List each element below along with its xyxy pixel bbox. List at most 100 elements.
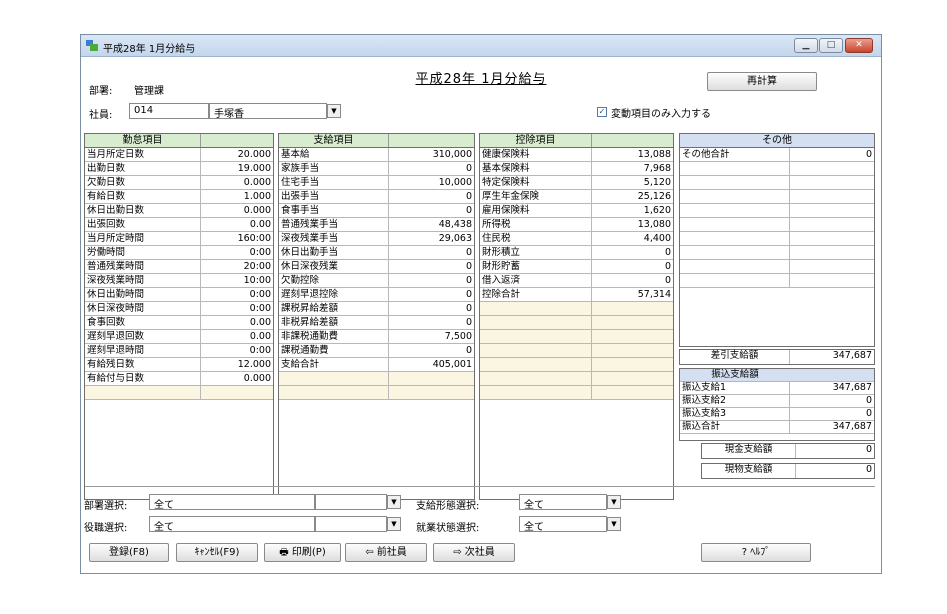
payments-item-value[interactable]: 405,001 (389, 358, 474, 371)
payments-item-value[interactable]: 310,000 (389, 148, 474, 161)
transfer-item-value[interactable]: 347,687 (790, 382, 874, 394)
payform-select-field[interactable]: 全て (519, 494, 607, 511)
transfer-item-value[interactable]: 0 (790, 408, 874, 420)
transfer-row: 振込支給1 347,687 (680, 382, 874, 395)
payments-item-value[interactable]: 0 (389, 260, 474, 273)
payments-item-value[interactable]: 0 (389, 302, 474, 315)
payments-row (279, 372, 474, 386)
role-select-extra[interactable] (315, 516, 387, 532)
deductions-item-value[interactable]: 0 (592, 274, 673, 287)
other-item-value[interactable] (790, 232, 874, 245)
attendance-item-value[interactable]: 1.000 (201, 190, 273, 203)
payform-select-dropdown-icon[interactable]: ▼ (607, 495, 621, 509)
payments-item-value[interactable]: 10,000 (389, 176, 474, 189)
attendance-item-value[interactable]: 20.000 (201, 148, 273, 161)
payments-item-value[interactable]: 0 (389, 344, 474, 357)
deductions-item-value[interactable]: 5,120 (592, 176, 673, 189)
payments-row: 休日深夜残業 0 (279, 260, 474, 274)
cancel-button[interactable]: ｷｬﾝｾﾙ(F9) (176, 543, 258, 562)
other-item-value[interactable] (790, 204, 874, 217)
deductions-item-value[interactable] (592, 358, 673, 371)
payments-item-value[interactable]: 0 (389, 274, 474, 287)
payments-item-value[interactable] (389, 386, 474, 399)
attendance-item-value[interactable]: 12.000 (201, 358, 273, 371)
help-button[interactable]: ? ﾍﾙﾌﾟ (701, 543, 811, 562)
other-item-value[interactable]: 0 (790, 148, 874, 161)
employee-name-field[interactable]: 手塚香 (209, 103, 327, 120)
deductions-item-value[interactable]: 13,080 (592, 218, 673, 231)
deductions-item-value[interactable]: 13,088 (592, 148, 673, 161)
transfer-item-value[interactable]: 347,687 (790, 421, 874, 433)
other-item-value[interactable] (790, 176, 874, 189)
deductions-item-name (480, 358, 592, 371)
maximize-button[interactable]: □ (819, 38, 843, 53)
deductions-item-value[interactable]: 1,620 (592, 204, 673, 217)
payments-item-value[interactable]: 48,438 (389, 218, 474, 231)
prev-employee-button[interactable]: ⇦ 前社員 (345, 543, 427, 562)
other-item-value[interactable] (790, 218, 874, 231)
register-button[interactable]: 登録(F8) (89, 543, 169, 562)
recalculate-button[interactable]: 再計算 (707, 72, 817, 91)
payments-item-value[interactable]: 0 (389, 204, 474, 217)
other-item-value[interactable] (790, 246, 874, 259)
attendance-item-value[interactable]: 0:00 (201, 302, 273, 315)
deductions-item-value[interactable] (592, 302, 673, 315)
deductions-item-value[interactable] (592, 372, 673, 385)
transfer-item-value[interactable]: 0 (790, 395, 874, 407)
other-item-value[interactable] (790, 274, 874, 287)
attendance-row: 当月所定時間 160:00 (85, 232, 273, 246)
close-button[interactable]: ✕ (845, 38, 873, 53)
payments-item-value[interactable]: 0 (389, 190, 474, 203)
dept-select-extra[interactable] (315, 494, 387, 510)
attendance-item-value[interactable]: 0.000 (201, 176, 273, 189)
print-button[interactable]: 🖶 印刷(P) (264, 543, 341, 562)
deductions-item-value[interactable]: 0 (592, 246, 673, 259)
deductions-item-value[interactable] (592, 316, 673, 329)
attendance-item-value[interactable]: 19.000 (201, 162, 273, 175)
other-item-value[interactable] (790, 162, 874, 175)
attendance-item-value[interactable]: 0.000 (201, 372, 273, 385)
payments-item-value[interactable]: 0 (389, 288, 474, 301)
attendance-item-value[interactable]: 0.000 (201, 204, 273, 217)
deductions-item-value[interactable]: 25,126 (592, 190, 673, 203)
variable-only-checkbox[interactable]: ✓ (597, 107, 607, 117)
minimize-button[interactable]: ▁ (794, 38, 818, 53)
payments-item-value[interactable]: 0 (389, 162, 474, 175)
attendance-item-value[interactable]: 20:00 (201, 260, 273, 273)
attendance-item-value[interactable]: 0.00 (201, 316, 273, 329)
other-item-value[interactable] (790, 260, 874, 273)
deductions-item-value[interactable] (592, 386, 673, 399)
deductions-item-value[interactable]: 4,400 (592, 232, 673, 245)
payments-item-value[interactable]: 0 (389, 316, 474, 329)
role-select-field[interactable]: 全て (149, 516, 315, 533)
role-select-dropdown-icon[interactable]: ▼ (387, 517, 401, 531)
workstatus-select-field[interactable]: 全て (519, 516, 607, 533)
deductions-item-value[interactable]: 0 (592, 260, 673, 273)
deductions-item-value[interactable] (592, 344, 673, 357)
deductions-item-value[interactable] (592, 330, 673, 343)
other-item-value[interactable] (790, 190, 874, 203)
deductions-item-value[interactable]: 7,968 (592, 162, 673, 175)
workstatus-select-dropdown-icon[interactable]: ▼ (607, 517, 621, 531)
dept-select-dropdown-icon[interactable]: ▼ (387, 495, 401, 509)
attendance-item-value[interactable] (201, 386, 273, 399)
payments-item-value[interactable]: 0 (389, 246, 474, 259)
payments-item-value[interactable]: 7,500 (389, 330, 474, 343)
payments-item-value[interactable]: 29,063 (389, 232, 474, 245)
attendance-item-value[interactable]: 0.00 (201, 218, 273, 231)
attendance-item-value[interactable]: 10:00 (201, 274, 273, 287)
dept-select-field[interactable]: 全て (149, 494, 315, 511)
attendance-item-value[interactable]: 0.00 (201, 330, 273, 343)
attendance-item-value[interactable]: 0:00 (201, 246, 273, 259)
deductions-item-value[interactable]: 57,314 (592, 288, 673, 301)
employee-code-field[interactable]: 014 (129, 103, 209, 119)
payments-item-name (279, 372, 389, 385)
next-employee-button[interactable]: ⇨ 次社員 (433, 543, 515, 562)
workstatus-select-label: 就業状態選択: (416, 523, 480, 534)
payments-item-value[interactable] (389, 372, 474, 385)
employee-dropdown-icon[interactable]: ▼ (327, 104, 341, 118)
attendance-item-value[interactable]: 0:00 (201, 288, 273, 301)
transfer-box: 振込支給額 振込支給1 347,687 振込支給2 0 振込支給3 0 振込合計 347,68… (679, 368, 875, 441)
attendance-item-value[interactable]: 0:00 (201, 344, 273, 357)
attendance-item-value[interactable]: 160:00 (201, 232, 273, 245)
